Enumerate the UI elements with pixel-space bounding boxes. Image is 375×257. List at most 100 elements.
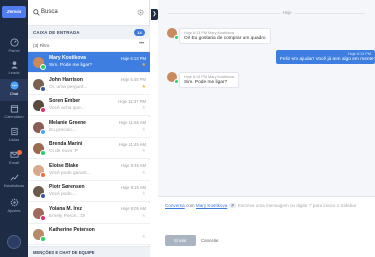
conversation-item[interactable]: Mary Kostikova Hoje 6:13 PM Sim. Pode me l… <box>28 52 150 73</box>
date-separator-label: Hoje <box>280 10 295 15</box>
message-meta: Hoje 6:14 PM Mary Kostikova <box>184 75 235 79</box>
conversation-item[interactable]: Katherine Peterson ★ <box>28 224 150 245</box>
message-time: Hoje 6:13 PM <box>120 55 146 61</box>
composer-line: Conversa com Mary Kostikova # Escreva uma … <box>165 203 356 208</box>
channel-icon <box>40 64 46 70</box>
contact-avatar <box>33 100 46 113</box>
star-icon[interactable]: ★ <box>142 213 146 219</box>
contact-name: Yolana M. Irez <box>49 205 82 212</box>
nav-item-estatisticas[interactable]: Estatísticas <box>0 171 28 193</box>
more-options-icon[interactable]: ••• <box>139 41 144 47</box>
channel-chip[interactable]: # <box>229 203 236 208</box>
message-time: Hoje 11:45 AM <box>118 141 146 147</box>
star-icon[interactable]: ★ <box>142 105 146 111</box>
nav-item-chat[interactable]: Chat <box>0 79 28 101</box>
contact-avatar <box>167 72 179 84</box>
star-icon[interactable]: ★ <box>142 234 146 240</box>
channel-icon <box>40 128 46 135</box>
channel-icon <box>40 171 46 178</box>
conversation-item[interactable]: John Harrison Hoje 5:45 PM Oi, uma pergunt… <box>28 73 150 95</box>
settings-icon <box>10 198 18 207</box>
contact-name: Brenda Marini <box>49 141 83 147</box>
conversation-item[interactable]: Brenda Marini Hoje 11:45 AM Oi de novo :P ★ <box>28 138 150 159</box>
message-meta: Hoje 6:14 PM <box>347 52 371 56</box>
message-preview: Oi de novo :P <box>49 149 79 154</box>
message-incoming: Hoje 6:13 PM Mary Kostikova Oi! Eu gosta… <box>167 28 287 48</box>
message-preview: Emely Peron, :D! <box>49 213 86 219</box>
cancel-button[interactable]: Cancelar <box>201 235 219 246</box>
calendar-icon <box>10 105 18 113</box>
message-preview: Você pode... <box>49 192 76 197</box>
nav-rail: Zenvia Painel Leads Chat Calendário List… <box>0 0 28 257</box>
nav-label: Ajustes <box>7 208 21 213</box>
contact-name: Eloise Blake <box>49 162 79 169</box>
nav-item-email[interactable]: Email <box>0 148 28 170</box>
channel-icon <box>40 107 46 113</box>
contact-name: Katherine Peterson <box>49 227 95 233</box>
team-chat-header[interactable]: MENÇÕES E CHAT DE EQUIPE <box>28 246 150 257</box>
message-preview: Sim. Pode me ligar? <box>49 63 93 68</box>
contact-avatar <box>33 164 46 178</box>
app-logo: Zenvia <box>2 6 26 18</box>
nav-item-leads[interactable]: Leads <box>0 58 28 80</box>
filter-label: (3) Filtro <box>33 43 50 48</box>
filter-bar[interactable]: (3) Filtro ••• <box>28 39 150 52</box>
message-incoming: Hoje 6:14 PM Mary Kostikova Sim. Pode me… <box>167 72 257 92</box>
contact-name: John Harrison <box>49 76 83 83</box>
conversation-item[interactable]: Piotr Sørensen Hoje 9:15 AM Você pode... ★ <box>28 181 150 202</box>
message-input[interactable]: Escreva uma mensagem ou digite '/' para … <box>238 203 356 208</box>
lists-icon <box>10 127 18 136</box>
message-time: Hoje 11:56 AM <box>118 120 146 125</box>
message-preview: Você acha que... <box>49 106 85 111</box>
statistics-icon <box>10 174 18 181</box>
channel-icon <box>40 214 46 221</box>
contact-name: Mary Kostikova <box>49 55 86 61</box>
contact-avatar <box>33 207 46 221</box>
nav-label: Estatísticas <box>3 183 25 188</box>
message-preview: Eu preciso... <box>49 127 76 133</box>
contact-name: Melanie Greene <box>49 119 86 126</box>
search-bar: Busca <box>28 0 150 26</box>
conversation-item[interactable]: Soren Ember Hoje 12:37 PM Você acha que...… <box>28 95 150 116</box>
message-meta: Hoje 6:13 PM Mary Kostikova <box>184 31 235 35</box>
star-icon[interactable]: ★ <box>142 84 146 90</box>
contact-name: Piotr Sørensen <box>49 184 85 190</box>
message-bubble: Hoje 6:14 PM Feliz em ajudar! Você já te… <box>276 50 375 64</box>
conversation-item[interactable]: Melanie Greene Hoje 11:56 AM Eu preciso...… <box>28 116 150 138</box>
user-avatar[interactable] <box>7 235 21 249</box>
gear-icon[interactable] <box>137 9 144 16</box>
message-text: Feliz em ajudar! Você já tem algo em men… <box>280 57 375 62</box>
inbox-header[interactable]: CAIXA DE ENTRADA 14 <box>28 26 150 39</box>
contact-avatar <box>33 229 46 242</box>
dashboard-icon <box>9 38 19 47</box>
message-time: Hoje 9:45 AM <box>120 163 146 168</box>
star-icon[interactable]: ★ <box>142 148 146 154</box>
nav-item-calendario[interactable]: Calendário <box>0 102 28 124</box>
conversation-item[interactable]: Eloise Blake Hoje 9:45 AM Você pode garant… <box>28 159 150 181</box>
message-bubble: Hoje 6:13 PM Mary Kostikova Oi! Eu gosta… <box>179 28 271 44</box>
conversation-item[interactable]: Yolana M. Irez Hoje 9:05 AM Emely Peron, :… <box>28 202 150 224</box>
team-chat-title: MENÇÕES E CHAT DE EQUIPE <box>33 250 95 255</box>
contact-link[interactable]: Mary Kostikova <box>196 203 227 208</box>
inbox-count-badge: 14 <box>134 29 145 36</box>
message-outgoing: Hoje 6:14 PM Feliz em ajudar! Você já te… <box>276 50 375 70</box>
send-button[interactable]: Enviar <box>165 235 196 246</box>
nav-label: Painel <box>8 48 20 53</box>
composer-connector: com <box>185 203 195 208</box>
nav-label: Email <box>8 160 19 165</box>
channel-icon <box>40 236 46 242</box>
nav-item-ajustes[interactable]: Ajustes <box>0 196 28 218</box>
contact-avatar <box>33 186 46 199</box>
nav-item-listas[interactable]: Listas <box>0 125 28 147</box>
star-icon[interactable]: ★ <box>142 127 146 133</box>
star-icon[interactable]: ★ <box>142 170 146 176</box>
nav-item-painel[interactable]: Painel <box>0 36 28 58</box>
conversation-link[interactable]: Conversa <box>165 203 185 208</box>
search-input[interactable]: Busca <box>41 9 58 15</box>
message-time: Hoje 12:37 PM <box>118 98 146 104</box>
star-icon[interactable]: ★ <box>142 191 146 197</box>
collapse-panel-button[interactable]: ❯ <box>151 9 158 20</box>
star-icon[interactable]: ★ <box>142 62 146 68</box>
contact-avatar <box>33 78 46 92</box>
message-text: Sim. Pode me ligar? <box>184 80 228 85</box>
